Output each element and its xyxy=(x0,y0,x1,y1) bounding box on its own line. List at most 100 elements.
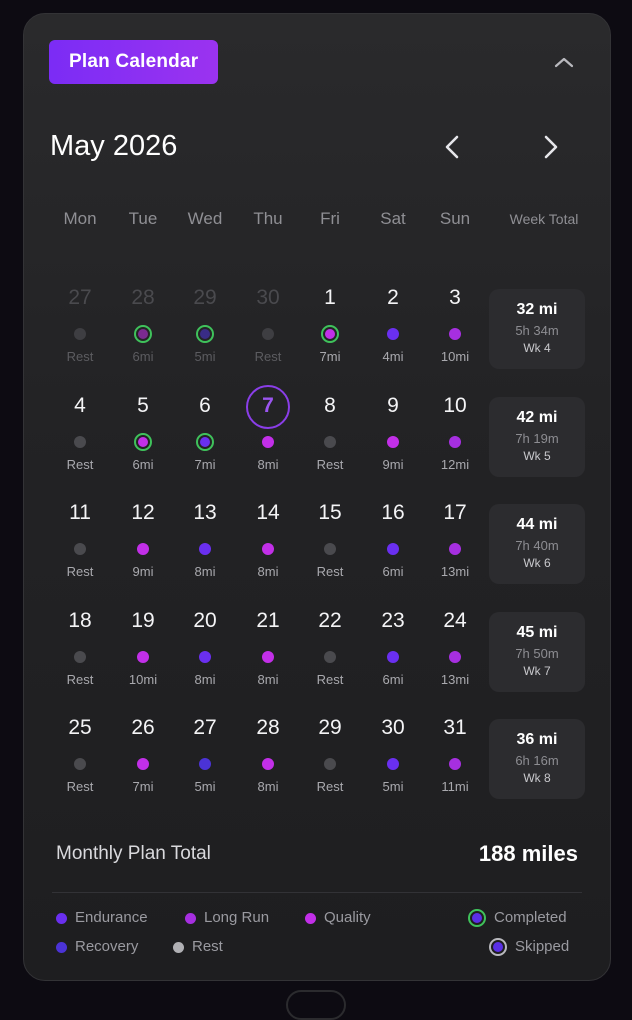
day-number: 13 xyxy=(193,501,217,524)
day-cell[interactable]: 15 Rest xyxy=(300,491,360,581)
endurance-workout-dot xyxy=(196,433,214,451)
day-cell[interactable]: 12 9mi xyxy=(113,491,173,581)
collapse-button[interactable] xyxy=(550,48,578,76)
day-cell[interactable]: 1 7mi xyxy=(300,276,360,366)
endurance-workout-dot xyxy=(199,651,211,663)
workout-label: 9mi xyxy=(382,457,404,472)
day-cell[interactable]: 6 7mi xyxy=(175,384,235,474)
chevron-up-icon xyxy=(554,57,574,68)
day-cell[interactable]: 30 Rest xyxy=(238,276,298,366)
workout-label: 5mi xyxy=(194,779,216,794)
legend-recovery: Recovery xyxy=(56,937,138,957)
day-cell[interactable]: 28 8mi xyxy=(238,706,298,796)
day-number: 24 xyxy=(443,609,467,632)
chevron-right-icon xyxy=(544,135,558,159)
workout-label: 8mi xyxy=(257,672,279,687)
legend-longrun: Long Run xyxy=(185,908,269,928)
day-cell[interactable]: 18 Rest xyxy=(50,599,110,689)
days-of-week-header: Mon Tue Wed Thu Fri Sat Sun Week Total xyxy=(24,209,612,231)
day-cell[interactable]: 30 5mi xyxy=(363,706,423,796)
workout-label: 5mi xyxy=(194,349,216,364)
workout-label: Rest xyxy=(66,457,94,472)
workout-label: 12mi xyxy=(440,457,470,472)
day-number: 28 xyxy=(131,286,155,309)
day-cell[interactable]: 10 12mi xyxy=(425,384,485,474)
day-number: 31 xyxy=(443,716,467,739)
rest-workout-dot xyxy=(74,651,86,663)
workout-label: 6mi xyxy=(382,564,404,579)
day-cell[interactable]: 5 6mi xyxy=(113,384,173,474)
longrun-workout-dot xyxy=(449,436,461,448)
longrun-workout-dot xyxy=(449,328,461,340)
day-cell[interactable]: 19 10mi xyxy=(113,599,173,689)
day-cell[interactable]: 29 5mi xyxy=(175,276,235,366)
chevron-left-icon xyxy=(445,135,459,159)
workout-label: 11mi xyxy=(441,779,469,794)
day-number: 27 xyxy=(193,716,217,739)
quality-workout-dot xyxy=(134,325,152,343)
day-cell[interactable]: 27 Rest xyxy=(50,276,110,366)
week-total-card[interactable]: 42 mi 7h 19m Wk 5 xyxy=(489,397,585,477)
quality-workout-dot xyxy=(137,543,149,555)
endurance-workout-dot xyxy=(387,758,399,770)
day-cell[interactable]: 28 6mi xyxy=(113,276,173,366)
prev-month-button[interactable] xyxy=(437,132,467,162)
day-number: 3 xyxy=(449,286,461,309)
day-cell[interactable]: 27 5mi xyxy=(175,706,235,796)
legend-skipped-label: Skipped xyxy=(515,938,570,955)
workout-label: Rest xyxy=(316,564,344,579)
rest-workout-dot xyxy=(324,651,336,663)
day-cell[interactable]: 23 6mi xyxy=(363,599,423,689)
day-number: 27 xyxy=(68,286,92,309)
day-cell[interactable]: 21 8mi xyxy=(238,599,298,689)
week-total-card[interactable]: 36 mi 6h 16m Wk 8 xyxy=(489,719,585,799)
workout-label: 10mi xyxy=(440,349,470,364)
workout-label: Rest xyxy=(66,564,94,579)
plan-calendar-badge: Plan Calendar xyxy=(49,40,219,84)
day-cell[interactable]: 8 Rest xyxy=(300,384,360,474)
workout-label: 13mi xyxy=(440,672,470,687)
day-number: 18 xyxy=(68,609,92,632)
longrun-workout-dot xyxy=(449,758,461,770)
day-cell[interactable]: 31 11mi xyxy=(425,706,485,796)
day-cell[interactable]: 7 8mi xyxy=(238,384,298,474)
dow-sat: Sat xyxy=(380,209,406,228)
day-cell[interactable]: 29 Rest xyxy=(300,706,360,796)
rest-dot xyxy=(173,942,184,953)
day-cell[interactable]: 4 Rest xyxy=(50,384,110,474)
day-number: 4 xyxy=(74,394,86,417)
workout-label: Rest xyxy=(316,672,344,687)
week-total-card[interactable]: 45 mi 7h 50m Wk 7 xyxy=(489,612,585,692)
workout-label: 7mi xyxy=(319,349,341,364)
legend-endurance-label: Endurance xyxy=(75,909,148,926)
workout-label: Rest xyxy=(66,672,94,687)
day-cell[interactable]: 9 9mi xyxy=(363,384,423,474)
day-cell[interactable]: 2 4mi xyxy=(363,276,423,366)
workout-label: 9mi xyxy=(132,564,154,579)
week-total-card[interactable]: 32 mi 5h 34m Wk 4 xyxy=(489,289,585,369)
skipped-ring-icon xyxy=(489,938,507,956)
day-cell[interactable]: 24 13mi xyxy=(425,599,485,689)
day-number: 2 xyxy=(387,286,399,309)
next-month-button[interactable] xyxy=(536,132,566,162)
day-cell[interactable]: 22 Rest xyxy=(300,599,360,689)
week-total-card[interactable]: 44 mi 7h 40m Wk 6 xyxy=(489,504,585,584)
day-cell[interactable]: 16 6mi xyxy=(363,491,423,581)
day-cell[interactable]: 25 Rest xyxy=(50,706,110,796)
dow-fri: Fri xyxy=(320,209,340,228)
workout-label: 8mi xyxy=(257,779,279,794)
day-cell[interactable]: 11 Rest xyxy=(50,491,110,581)
day-number: 23 xyxy=(381,609,405,632)
day-cell[interactable]: 13 8mi xyxy=(175,491,235,581)
day-number: 19 xyxy=(131,609,155,632)
workout-label: 10mi xyxy=(128,672,158,687)
rest-workout-dot xyxy=(324,436,336,448)
day-number: 17 xyxy=(443,501,467,524)
day-cell[interactable]: 17 13mi xyxy=(425,491,485,581)
monthly-total-value: 188 miles xyxy=(478,841,578,866)
day-cell[interactable]: 20 8mi xyxy=(175,599,235,689)
workout-label: 7mi xyxy=(194,457,216,472)
day-cell[interactable]: 26 7mi xyxy=(113,706,173,796)
day-cell[interactable]: 3 10mi xyxy=(425,276,485,366)
day-cell[interactable]: 14 8mi xyxy=(238,491,298,581)
